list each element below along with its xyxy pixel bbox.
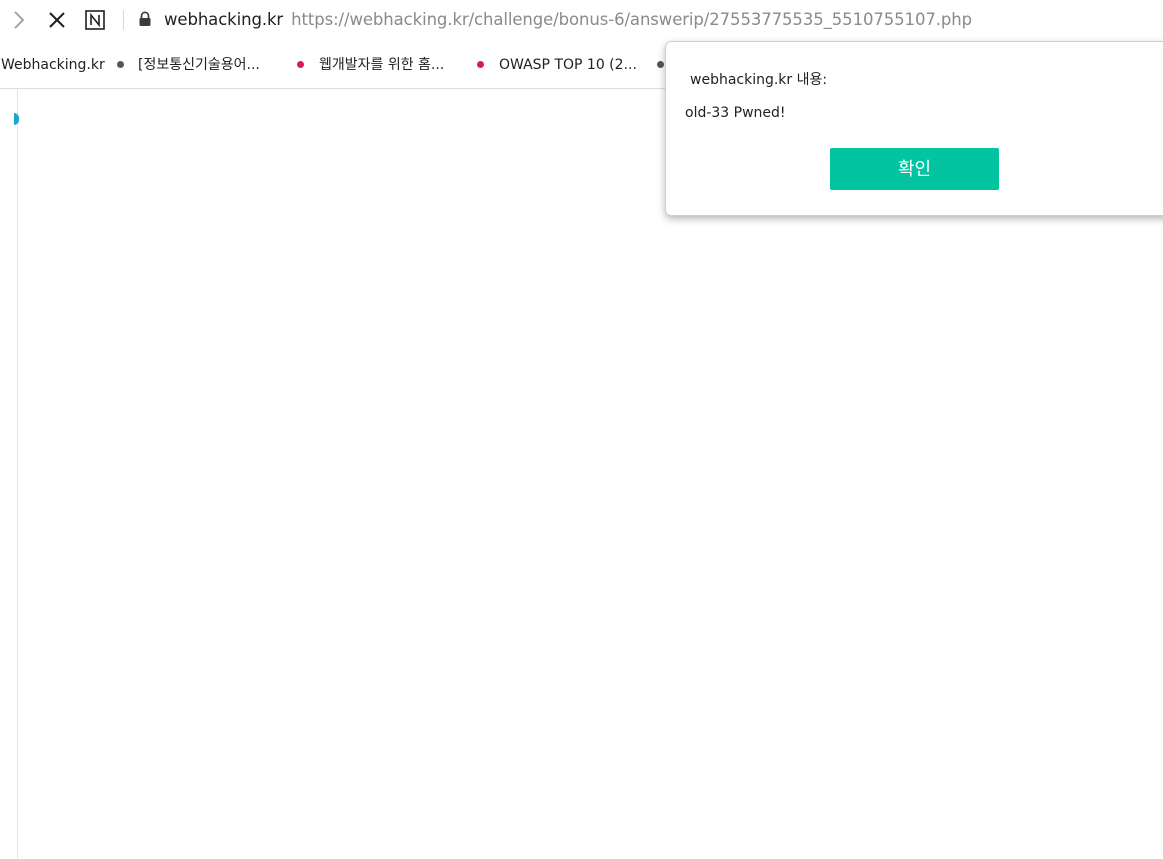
browser-toolbar: webhacking.kr https://webhacking.kr/chall… — [0, 0, 1163, 40]
toolbar-divider — [123, 10, 124, 30]
lock-icon[interactable] — [138, 11, 152, 27]
forward-button[interactable] — [6, 7, 32, 33]
close-icon — [49, 12, 65, 28]
bookmark-web-dev-home[interactable]: 웹개발자를 위한 홈... — [319, 54, 444, 76]
naver-n-icon — [85, 10, 105, 30]
sidebar-rail — [14, 89, 19, 859]
bookmark-favicon-dot — [477, 61, 484, 68]
bookmark-it-terms[interactable]: [정보통신기술용어... — [138, 54, 260, 76]
rail-indicator — [14, 113, 19, 125]
bookmark-owasp-top10[interactable]: OWASP TOP 10 (2... — [499, 54, 637, 76]
stop-loading-button[interactable] — [44, 7, 70, 33]
ok-button[interactable]: 확인 — [830, 148, 999, 190]
bookmark-favicon-dot — [657, 61, 664, 68]
naver-home-button[interactable] — [82, 7, 108, 33]
bookmark-favicon-dot — [117, 61, 124, 68]
bookmark-webhacking[interactable]: Webhacking.kr — [1, 54, 105, 76]
browser-window: webhacking.kr https://webhacking.kr/chall… — [0, 0, 1163, 859]
chevron-right-icon — [14, 11, 25, 29]
address-bar[interactable]: webhacking.kr https://webhacking.kr/chall… — [164, 9, 972, 31]
url-host: webhacking.kr — [164, 10, 284, 29]
dialog-message: old-33 Pwned! — [685, 105, 786, 121]
dialog-title: webhacking.kr 내용: — [690, 72, 828, 88]
bookmark-favicon-dot — [297, 61, 304, 68]
url-full: https://webhacking.kr/challenge/bonus-6/… — [291, 10, 973, 29]
alert-dialog: webhacking.kr 내용: old-33 Pwned! 확인 — [665, 41, 1163, 216]
